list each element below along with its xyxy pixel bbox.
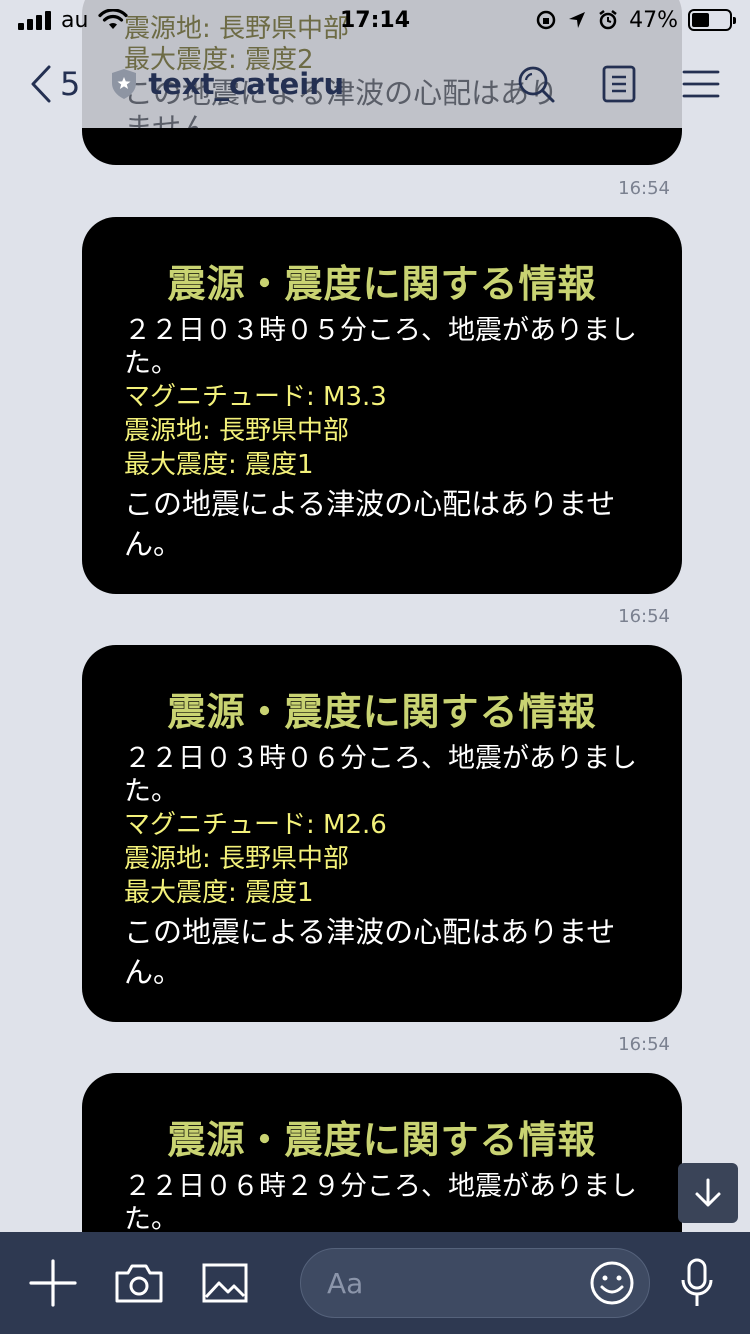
cellular-signal-icon [18, 10, 51, 30]
occurred-text: ２２日０６時２９分ころ、地震がありました。 [124, 1171, 637, 1232]
carrier-label: au [61, 7, 89, 33]
location-icon [569, 12, 586, 28]
orientation-lock-icon [536, 10, 556, 30]
room-title[interactable]: text_cateiru [110, 67, 344, 101]
epicenter-text: 震源地: 長野県中部 [124, 416, 350, 446]
battery-icon [688, 9, 736, 31]
message-bubble[interactable]: 震源・震度に関する情報 ２２日０３時０６分ころ、地震がありました。 マグニチュー… [82, 645, 682, 1022]
shield-star-icon [112, 69, 137, 99]
plus-icon [29, 1259, 77, 1307]
message-bubble[interactable]: 震源・震度に関する情報 ２２日０６時２９分ころ、地震がありました。 [82, 1073, 682, 1232]
unread-count: 5 [60, 65, 81, 103]
add-button[interactable] [28, 1258, 78, 1308]
emoji-icon[interactable] [589, 1260, 635, 1306]
wifi-icon [98, 9, 129, 29]
back-button[interactable]: 5 [30, 64, 80, 104]
max-intensity-text: 最大震度: 震度1 [124, 878, 314, 908]
occurred-text: ２２日０３時０６分ころ、地震がありました。 [124, 743, 637, 807]
arrow-down-icon [695, 1178, 721, 1207]
input-bar: Aa [0, 1232, 750, 1334]
tsunami-text: この地震による津波の心配はありません。 [124, 487, 616, 561]
chat-area[interactable]: 震源地: 長野県中部 最大震度: 震度2 この地震による津波の心配はあり ません… [0, 0, 750, 1232]
chevron-left-icon [31, 65, 51, 103]
message-title: 震源・震度に関する情報 [167, 262, 597, 306]
voice-button[interactable] [672, 1258, 722, 1308]
message-time: 16:54 [618, 178, 670, 199]
tsunami-text: この地震による津波の心配はありません。 [124, 915, 616, 989]
message-time: 16:54 [618, 606, 670, 627]
status-bar: au 17:14 47% [0, 0, 750, 40]
photo-button[interactable] [200, 1258, 250, 1308]
menu-icon[interactable] [682, 69, 720, 99]
chat-header: 5 text_cateiru [0, 40, 750, 128]
message-bubble[interactable]: 震源・震度に関する情報 ２２日０３時０５分ころ、地震がありました。 マグニチュー… [82, 217, 682, 594]
camera-icon [115, 1264, 163, 1303]
microphone-icon [681, 1258, 713, 1306]
room-name: text_cateiru [148, 67, 345, 101]
magnitude-text: マグニチュード: M3.3 [124, 382, 387, 412]
status-time: 17:14 [339, 7, 411, 33]
search-icon[interactable] [516, 64, 556, 104]
message-input[interactable]: Aa [300, 1248, 650, 1318]
message-input-placeholder: Aa [327, 1266, 364, 1300]
alarm-icon [599, 10, 617, 30]
epicenter-text: 震源地: 長野県中部 [124, 844, 350, 874]
magnitude-text: マグニチュード: M2.6 [124, 810, 387, 840]
scroll-to-bottom-button[interactable] [678, 1163, 738, 1223]
occurred-text: ２２日０３時０５分ころ、地震がありました。 [124, 315, 637, 379]
camera-button[interactable] [114, 1258, 164, 1308]
message-title: 震源・震度に関する情報 [167, 1118, 597, 1162]
message-time: 16:54 [618, 1034, 670, 1055]
battery-percent: 47% [629, 7, 678, 33]
notes-icon[interactable] [602, 65, 636, 103]
image-icon [202, 1263, 248, 1303]
max-intensity-text: 最大震度: 震度1 [124, 450, 314, 480]
message-title: 震源・震度に関する情報 [167, 690, 597, 734]
